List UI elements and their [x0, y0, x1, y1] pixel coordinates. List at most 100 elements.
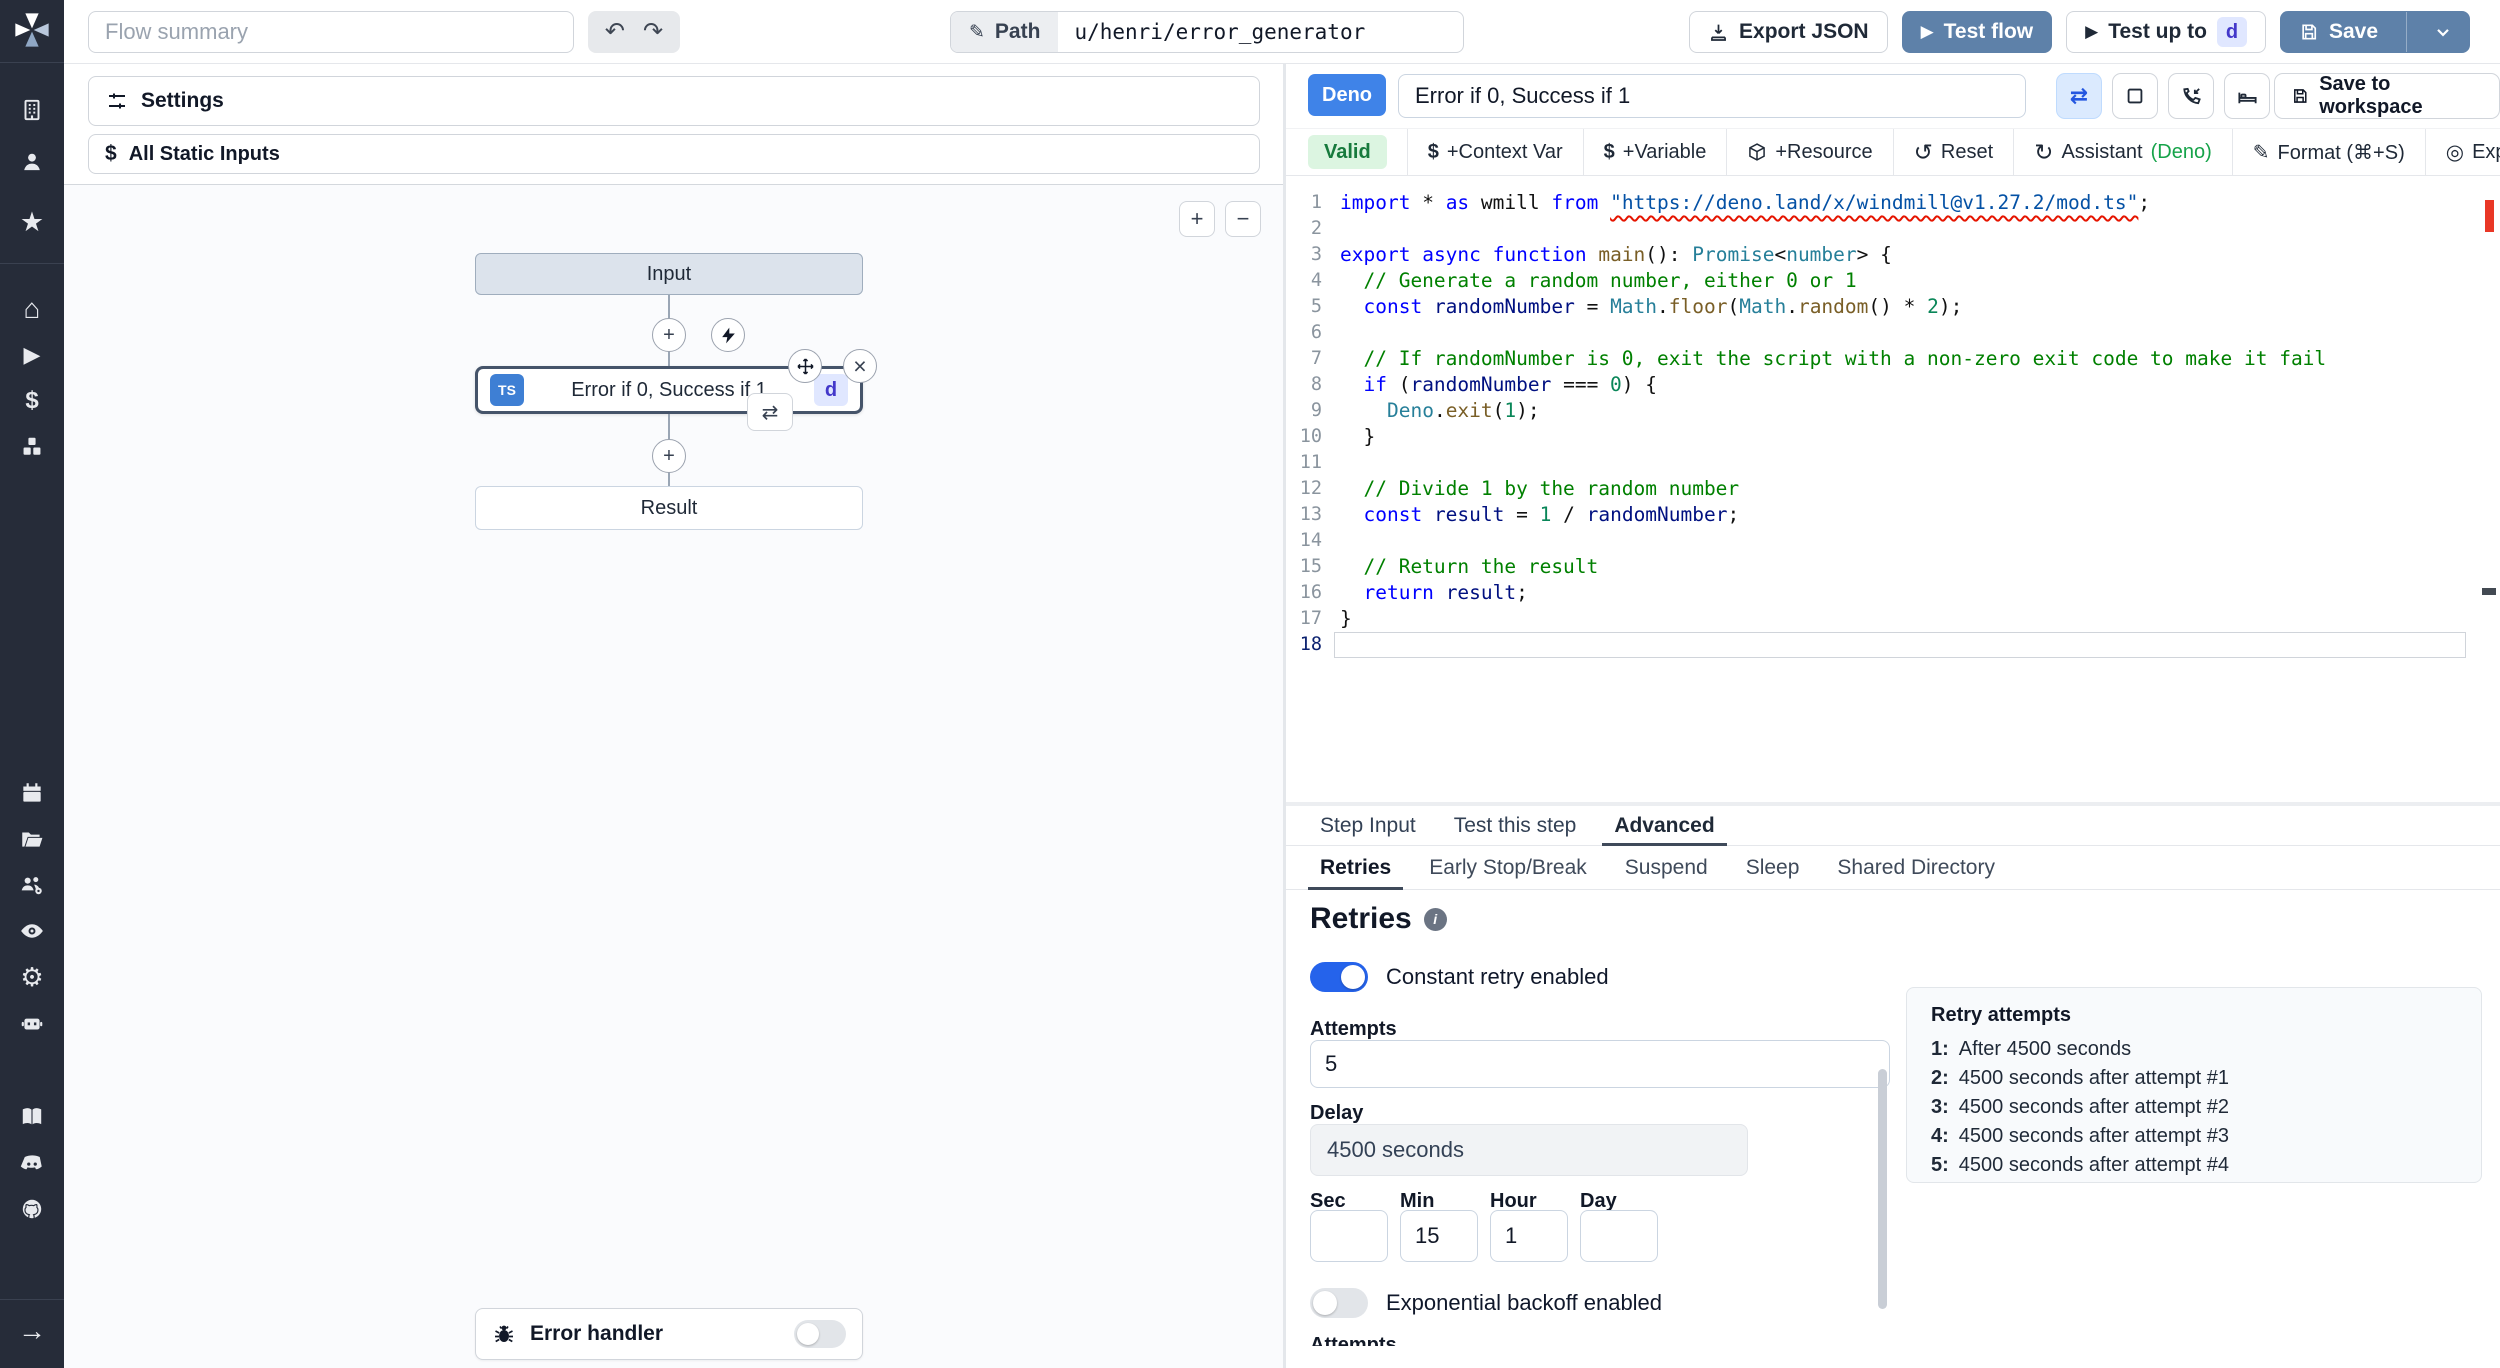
add-resource-button[interactable]: +Resource [1727, 141, 1892, 164]
assistant-button[interactable]: ↻ Assistant (Deno) [2014, 139, 2232, 166]
export-json-button[interactable]: Export JSON [1689, 11, 1888, 53]
code-line[interactable]: 11 [1286, 450, 2500, 476]
code-line[interactable]: 7 // If randomNumber is 0, exit the scri… [1286, 346, 2500, 372]
save-button[interactable]: Save [2281, 20, 2396, 44]
code-line[interactable]: 14 [1286, 528, 2500, 554]
code-line[interactable]: 13 const result = 1 / randomNumber; [1286, 502, 2500, 528]
code-line[interactable]: 17} [1286, 606, 2500, 632]
webhook-button[interactable] [2168, 73, 2214, 119]
sidebar-item-discord[interactable] [0, 1140, 64, 1186]
flow-node-result[interactable]: Result [475, 486, 863, 530]
code-line[interactable]: 10 } [1286, 424, 2500, 450]
format-button[interactable]: ✎ Format (⌘+S) [2233, 140, 2425, 165]
zoom-in-button[interactable]: + [1179, 201, 1215, 237]
move-step-button[interactable] [788, 349, 822, 383]
error-handler-bar[interactable]: Error handler [475, 1308, 863, 1360]
code-line[interactable]: 1 import * as wmill from "https://deno.la… [1286, 190, 2500, 216]
subtab-early-stop[interactable]: Early Stop/Break [1417, 846, 1599, 889]
code-line[interactable]: 4 // Generate a random number, either 0 … [1286, 268, 2500, 294]
zoom-out-button[interactable]: − [1225, 201, 1261, 237]
sidebar-item-schedules[interactable] [0, 770, 64, 816]
code-line[interactable]: 12 // Divide 1 by the random number [1286, 476, 2500, 502]
sidebar-item-docs[interactable] [0, 1094, 64, 1140]
sidebar-item-groups[interactable] [0, 862, 64, 908]
constant-retry-toggle[interactable] [1310, 962, 1368, 992]
path-widget[interactable]: ✎ Path u/henri/error_generator [950, 11, 1464, 53]
insert-step-button[interactable]: + [652, 318, 686, 352]
sidebar-item-audit[interactable] [0, 908, 64, 954]
test-flow-button[interactable]: ▶ Test flow [1901, 11, 2053, 53]
sidebar-item-home[interactable]: ⌂ [0, 286, 64, 332]
subtab-suspend[interactable]: Suspend [1613, 846, 1720, 889]
close-icon: × [853, 352, 867, 379]
save-to-workspace-label: Save to workspace [2319, 73, 2423, 118]
test-up-to-button[interactable]: ▶ Test up to d [2066, 11, 2266, 53]
trigger-button[interactable] [711, 318, 745, 352]
code-line[interactable]: 16 return result; [1286, 580, 2500, 606]
sidebar-item-github[interactable] [0, 1186, 64, 1232]
code-editor[interactable]: 1 import * as wmill from "https://deno.la… [1286, 176, 2500, 802]
sidebar-item-folders[interactable] [0, 816, 64, 862]
sidebar-item-workspace[interactable] [0, 87, 64, 133]
subtab-retries[interactable]: Retries [1308, 846, 1404, 890]
code-line[interactable]: 5 const randomNumber = Math.floor(Math.r… [1286, 294, 2500, 320]
sidebar-item-user[interactable] [0, 139, 64, 185]
reset-button[interactable]: ↺ Reset [1894, 139, 2014, 166]
flow-node-input[interactable]: Input [475, 253, 863, 295]
sidebar-item-variables[interactable]: $ [0, 378, 64, 424]
code-line[interactable]: 2 [1286, 216, 2500, 242]
undo-icon[interactable]: ↶ [605, 20, 625, 44]
sidebar-item-resources[interactable] [0, 424, 64, 470]
delete-step-button[interactable]: × [843, 349, 877, 383]
sec-input[interactable] [1310, 1210, 1388, 1262]
min-input[interactable] [1400, 1210, 1478, 1262]
code-line[interactable]: 6 [1286, 320, 2500, 346]
tab-label: Advanced [1614, 813, 1715, 837]
flow-node-step[interactable]: TS Error if 0, Success if 1 d × ⇄ [475, 349, 877, 431]
windmill-logo-icon[interactable] [12, 10, 52, 50]
sidebar-item-runs[interactable]: ▶ [0, 332, 64, 378]
insert-step-button[interactable]: + [652, 439, 686, 473]
tab-step-input[interactable]: Step Input [1308, 806, 1428, 845]
editor-panel: Deno ⇄ [1283, 64, 2500, 1368]
code-line[interactable]: 8 if (randomNumber === 0) { [1286, 372, 2500, 398]
typescript-badge: TS [490, 374, 524, 406]
exponential-backoff-toggle[interactable] [1310, 1288, 1368, 1318]
restart-step-button[interactable]: ⇄ [747, 393, 793, 431]
tab-test-this-step[interactable]: Test this step [1442, 806, 1589, 845]
explore-scripts-button[interactable]: ◎ Explore other s [2426, 140, 2500, 165]
error-handler-toggle[interactable] [794, 1320, 846, 1348]
flow-settings-button[interactable]: Settings [88, 76, 1260, 126]
hour-input[interactable] [1490, 1210, 1568, 1262]
sidebar-collapse-button[interactable]: → [0, 1308, 64, 1354]
sleep-button[interactable] [2224, 73, 2270, 119]
flow-canvas[interactable]: + − Input + TS Error if 0, Success if 1 … [64, 184, 1283, 1368]
step-name-input[interactable] [1398, 74, 2026, 118]
sidebar-item-ai[interactable] [0, 1000, 64, 1046]
all-static-inputs-button[interactable]: $ All Static Inputs [88, 134, 1260, 174]
layout-toggle-button[interactable] [2112, 73, 2158, 119]
save-dropdown-button[interactable] [2417, 22, 2469, 42]
code-line[interactable]: 3 export async function main(): Promise<n… [1286, 242, 2500, 268]
flow-summary-input[interactable] [88, 11, 574, 53]
attempts-input[interactable] [1310, 1040, 1890, 1088]
sync-toggle-button[interactable]: ⇄ [2056, 73, 2102, 119]
language-badge: Deno [1308, 74, 1386, 116]
code-line[interactable]: 15 // Return the result [1286, 554, 2500, 580]
line-number: 9 [1310, 400, 1322, 421]
info-icon[interactable]: i [1423, 907, 1447, 931]
subtab-sleep[interactable]: Sleep [1734, 846, 1812, 889]
code-line[interactable]: 9 Deno.exit(1); [1286, 398, 2500, 424]
code-line[interactable]: 18 [1286, 632, 2500, 658]
redo-icon[interactable]: ↷ [643, 20, 663, 44]
save-to-workspace-button[interactable]: Save to workspace [2274, 73, 2500, 119]
tab-advanced[interactable]: Advanced [1602, 806, 1728, 846]
content-scrollbar[interactable] [1878, 1069, 1887, 1309]
subtab-shared-directory[interactable]: Shared Directory [1825, 846, 2007, 889]
day-input[interactable] [1580, 1210, 1658, 1262]
add-context-var-button[interactable]: $ +Context Var [1408, 141, 1583, 164]
sidebar-item-settings[interactable]: ⚙ [0, 954, 64, 1000]
add-variable-button[interactable]: $ +Variable [1584, 141, 1727, 164]
sidebar-item-favorites[interactable]: ★ [0, 199, 64, 245]
format-label: Format (⌘+S) [2277, 141, 2405, 164]
